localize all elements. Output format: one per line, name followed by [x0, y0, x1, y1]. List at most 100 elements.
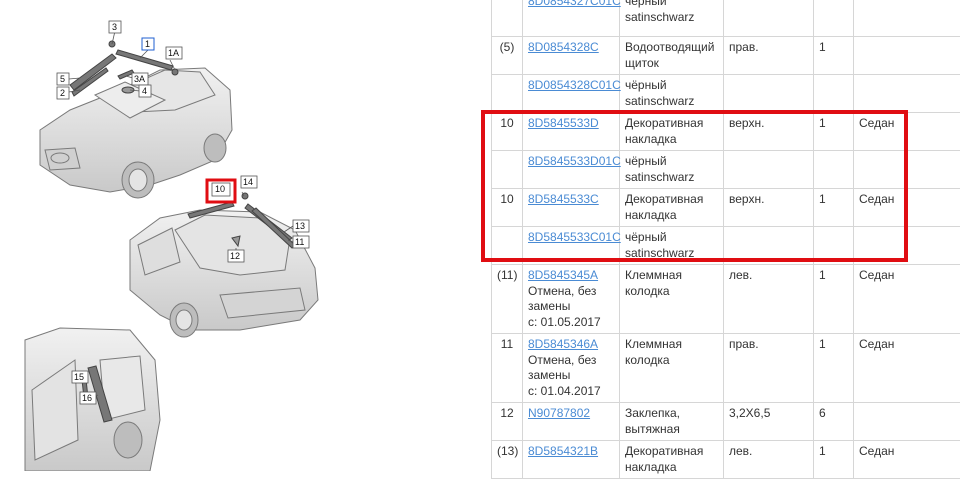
qty-cell: 1	[814, 113, 854, 151]
part-number-link[interactable]: 8D5845533C01C	[528, 230, 621, 244]
table-row: 11 8D5845346A Отмена, без заменыс: 01.04.…	[492, 334, 960, 403]
pos-cell: 12	[492, 403, 523, 441]
qty-cell: 1	[814, 441, 854, 479]
cancel-note: Отмена, без замены	[528, 353, 614, 384]
callout-12: 12	[228, 250, 244, 262]
desc-cell: Декоративная накладка	[620, 441, 724, 479]
pos-cell	[492, 151, 523, 189]
part-number-link[interactable]: 8D0854327C01C	[528, 0, 621, 8]
desc-cell: Водоотводящий щиток	[620, 37, 724, 75]
model-cell: Седан	[854, 441, 960, 479]
svg-text:15: 15	[74, 372, 84, 382]
callout-5: 5	[57, 73, 69, 85]
model-cell	[854, 227, 960, 265]
part-number-link[interactable]: N90787802	[528, 406, 590, 420]
part-number-cell: 8D5845533C	[523, 189, 620, 227]
qty-cell: 1	[814, 265, 854, 334]
table-row: 8D0854327C01C чёрный satinschwarz	[492, 0, 960, 37]
pos-cell: (5)	[492, 37, 523, 75]
cancel-date: с: 01.04.2017	[528, 384, 614, 400]
callout-3: 3	[109, 21, 121, 33]
callout-14: 14	[241, 176, 257, 188]
svg-text:4: 4	[142, 86, 147, 96]
qty-cell	[814, 227, 854, 265]
pos-cell	[492, 75, 523, 113]
qty-cell	[814, 151, 854, 189]
qty-cell: 1	[814, 334, 854, 403]
qty-cell: 1	[814, 37, 854, 75]
desc-cell: Заклепка, вытяжная	[620, 403, 724, 441]
table-row: 8D5845533C01C чёрный satinschwarz	[492, 227, 960, 265]
callout-2: 2	[57, 87, 69, 99]
part-number-link[interactable]: 8D5845345A	[528, 268, 598, 282]
table-row: 10 8D5845533C Декоративная накладка верх…	[492, 189, 960, 227]
part-number-cell: 8D5854321B	[523, 441, 620, 479]
qty-cell: 6	[814, 403, 854, 441]
part-number-link[interactable]: 8D5854321B	[528, 444, 598, 458]
table-row: (13) 8D5854321B Декоративная накладка ле…	[492, 441, 960, 479]
cancel-note: Отмена, без замены	[528, 284, 614, 315]
svg-text:14: 14	[243, 177, 253, 187]
callout-1A: 1A	[166, 47, 182, 59]
car-rear-illustration	[130, 210, 318, 337]
part-number-cell: N90787802	[523, 403, 620, 441]
parts-diagram: 3 1 1A 5 2 3A 4 10 14 13 11 12 15 16	[0, 0, 480, 471]
parts-list: 8D0854327C01C чёрный satinschwarz (5) 8D…	[491, 0, 960, 479]
pos-cell: 10	[492, 113, 523, 151]
pos-cell: (11)	[492, 265, 523, 334]
model-cell: Седан	[854, 113, 960, 151]
svg-text:10: 10	[215, 184, 225, 194]
model-cell	[854, 151, 960, 189]
svg-text:11: 11	[295, 237, 304, 247]
model-cell	[854, 75, 960, 113]
svg-text:16: 16	[82, 393, 92, 403]
parts-diagram-svg: 3 1 1A 5 2 3A 4 10 14 13 11 12 15 16	[0, 0, 480, 471]
part-number-link[interactable]: 8D5845346A	[528, 337, 598, 351]
qty-cell	[814, 0, 854, 37]
callout-13: 13	[293, 220, 309, 232]
svg-text:1: 1	[145, 39, 150, 49]
model-cell	[854, 37, 960, 75]
side-cell: прав.	[724, 334, 814, 403]
table-row: 8D0854328C01C чёрный satinschwarz	[492, 75, 960, 113]
desc-cell: Клеммная колодка	[620, 334, 724, 403]
part-number-link[interactable]: 8D5845533D01C	[528, 154, 621, 168]
callout-15: 15	[72, 371, 88, 383]
side-cell	[724, 227, 814, 265]
part-number-cell: 8D0854327C01C	[523, 0, 620, 37]
pos-cell: 11	[492, 334, 523, 403]
part-number-cell: 8D5845346A Отмена, без заменыс: 01.04.201…	[523, 334, 620, 403]
svg-text:5: 5	[60, 74, 65, 84]
pos-cell: 10	[492, 189, 523, 227]
svg-text:3A: 3A	[134, 74, 145, 84]
cancel-date: с: 01.05.2017	[528, 315, 614, 331]
part-number-link[interactable]: 8D0854328C01C	[528, 78, 621, 92]
part-number-cell: 8D5845533D01C	[523, 151, 620, 189]
desc-cell: чёрный satinschwarz	[620, 75, 724, 113]
callout-11: 11	[293, 236, 309, 248]
part-number-link[interactable]: 8D5845533D	[528, 116, 599, 130]
table-row: 12 N90787802 Заклепка, вытяжная 3,2X6,5 …	[492, 403, 960, 441]
part-number-cell: 8D0854328C01C	[523, 75, 620, 113]
side-cell	[724, 75, 814, 113]
desc-cell: Декоративная накладка	[620, 189, 724, 227]
side-cell: лев.	[724, 441, 814, 479]
desc-cell: чёрный satinschwarz	[620, 227, 724, 265]
callout-10: 10	[212, 183, 230, 196]
table-row: 10 8D5845533D Декоративная накладка верх…	[492, 113, 960, 151]
side-cell: верхн.	[724, 189, 814, 227]
part-number-cell: 8D5845533D	[523, 113, 620, 151]
pos-cell	[492, 0, 523, 37]
model-cell	[854, 0, 960, 37]
part-number-link[interactable]: 8D0854328C	[528, 40, 599, 54]
model-cell: Седан	[854, 334, 960, 403]
side-cell: верхн.	[724, 113, 814, 151]
desc-cell: чёрный satinschwarz	[620, 0, 724, 37]
side-cell	[724, 0, 814, 37]
svg-text:13: 13	[295, 221, 305, 231]
svg-text:2: 2	[60, 88, 65, 98]
part-number-cell: 8D0854328C	[523, 37, 620, 75]
part-number-link[interactable]: 8D5845533C	[528, 192, 599, 206]
svg-text:1A: 1A	[168, 48, 179, 58]
qty-cell	[814, 75, 854, 113]
